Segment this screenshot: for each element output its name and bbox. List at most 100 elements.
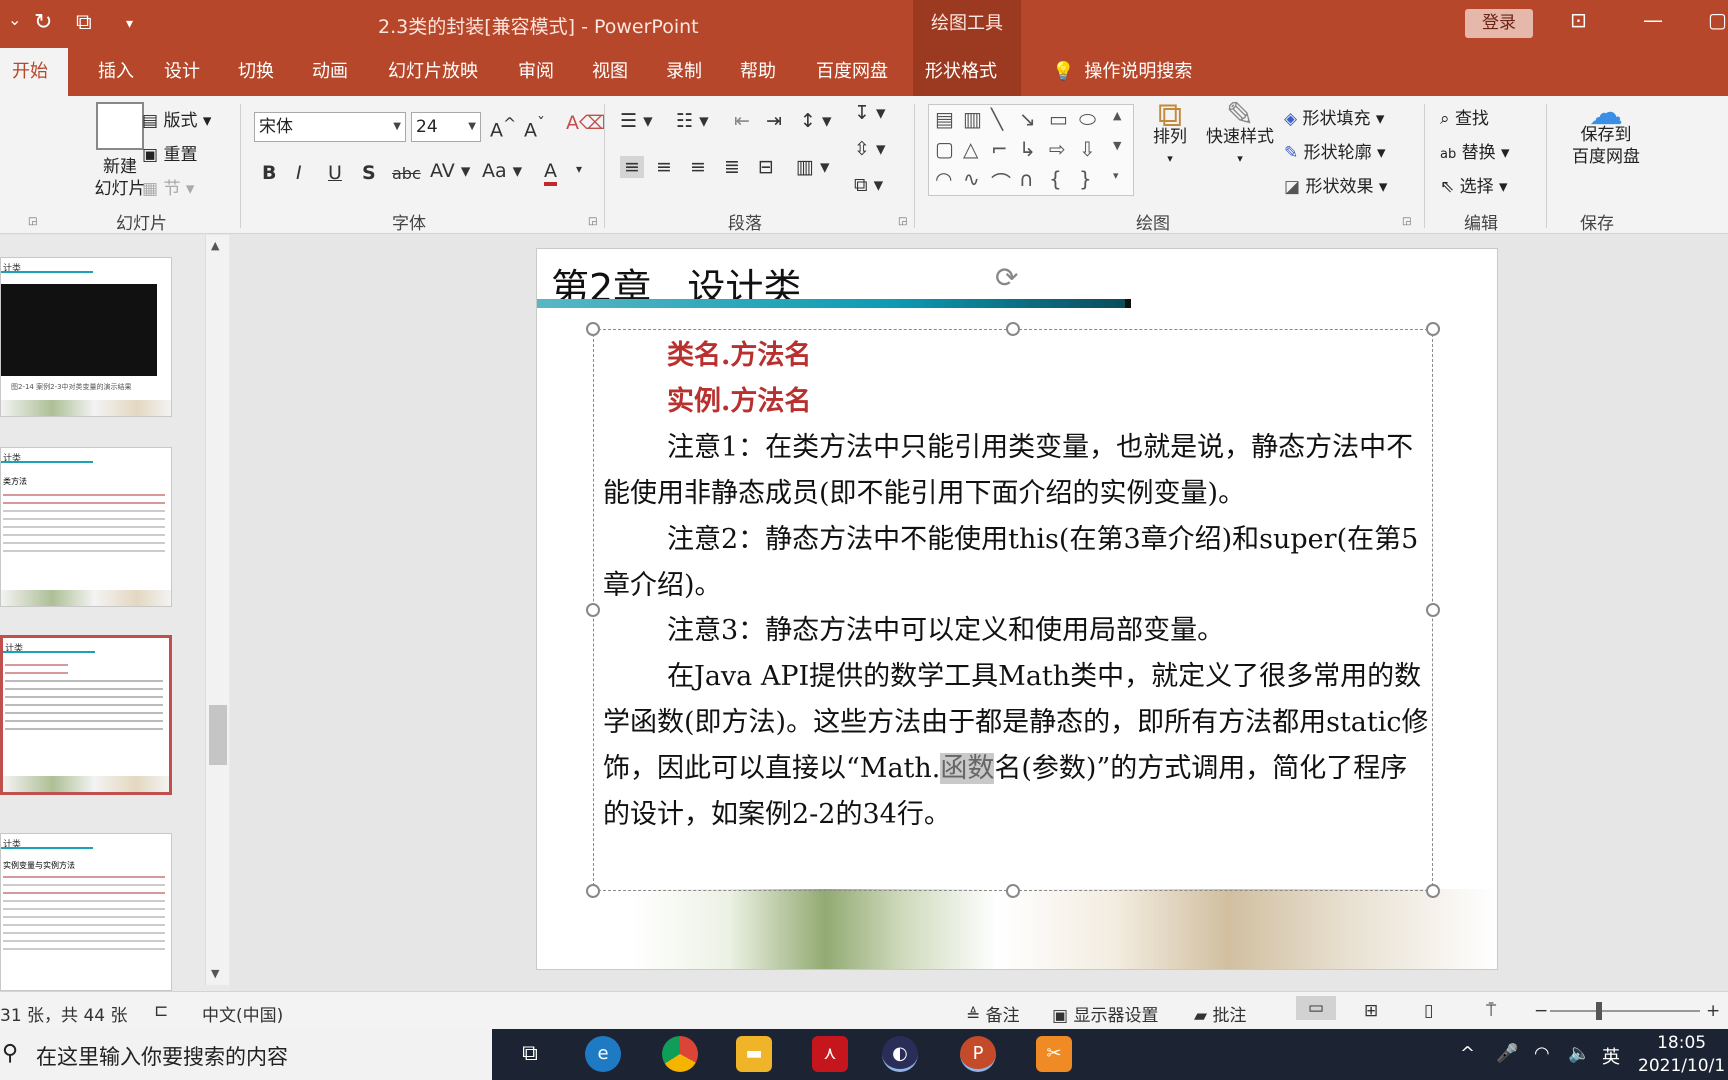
present-from-start-icon[interactable]: ⧉ bbox=[76, 10, 92, 35]
find-button[interactable]: ⌕ 查找 bbox=[1440, 104, 1489, 129]
shapes-gallery[interactable]: ▤ ▥ ╲ ↘ ▭ ⬭ ▢ △ ⌐ ↳ ⇨ ⇩ ◠ ∿ ⌒ ∩ { } ▲ ▼ … bbox=[928, 104, 1134, 196]
character-spacing-icon[interactable]: AV ▾ bbox=[430, 160, 470, 182]
chrome-browser-icon[interactable] bbox=[662, 1036, 698, 1072]
reset-button[interactable]: ▣ 重置 bbox=[142, 140, 197, 165]
display-settings-button[interactable]: ▣ 显示器设置 bbox=[1052, 1001, 1158, 1026]
scrollbar-thumb[interactable] bbox=[209, 705, 227, 765]
network-icon[interactable]: ◠ bbox=[1534, 1043, 1550, 1064]
tab-baidu-netdisk[interactable]: 百度网盘 bbox=[804, 48, 900, 96]
smartart-icon[interactable]: ⧉ ▾ bbox=[854, 174, 883, 196]
redo-icon[interactable]: ↻ bbox=[34, 10, 52, 35]
resize-handle[interactable] bbox=[586, 884, 600, 898]
tab-home[interactable]: 开始 bbox=[0, 48, 68, 96]
numbering-icon[interactable]: ☷ ▾ bbox=[676, 110, 709, 132]
scroll-down-icon[interactable]: ▼ bbox=[211, 967, 219, 980]
section-button[interactable]: ▦ 节 ▾ bbox=[142, 174, 194, 199]
triangle-shape-icon[interactable]: △ bbox=[963, 137, 978, 161]
justify-icon[interactable]: ≣ bbox=[724, 156, 740, 178]
slide-thumbnail[interactable]: 计类 图2-14 案例2-3中对类变量的演示结果 bbox=[0, 257, 172, 417]
thumbnail-scrollbar[interactable]: ▲ ▼ bbox=[205, 235, 229, 985]
language-indicator[interactable]: 中文(中国) bbox=[202, 1001, 283, 1026]
chevron-down-icon[interactable]: ▾ bbox=[576, 162, 582, 176]
dialog-launcher-icon[interactable]: ◲ bbox=[588, 216, 597, 227]
tell-me-search[interactable]: 💡 操作说明搜索 bbox=[1040, 48, 1204, 96]
text-direction-icon[interactable]: ↧ ▾ bbox=[854, 102, 886, 124]
system-clock[interactable]: 18:05 2021/10/1 bbox=[1638, 1032, 1725, 1078]
tab-help[interactable]: 帮助 bbox=[728, 48, 788, 96]
right-brace-shape-icon[interactable]: } bbox=[1079, 167, 1092, 191]
underline-icon[interactable]: U bbox=[328, 162, 342, 184]
dialog-launcher-icon[interactable]: ◲ bbox=[898, 216, 907, 227]
arc-shape-icon[interactable]: ⌒ bbox=[991, 167, 1011, 196]
line-shape-icon[interactable]: ╲ bbox=[991, 107, 1003, 131]
ribbon-display-icon[interactable]: ⊡ bbox=[1570, 8, 1587, 32]
snipping-tool-icon[interactable]: ✂ bbox=[1036, 1036, 1072, 1072]
curve-shape-icon[interactable]: ∩ bbox=[1019, 167, 1034, 191]
slideshow-view-icon[interactable]: ⍑ bbox=[1486, 1001, 1496, 1021]
tab-transitions[interactable]: 切换 bbox=[226, 48, 286, 96]
bold-icon[interactable]: B bbox=[262, 162, 276, 184]
shape-effects-button[interactable]: ◪ 形状效果 ▾ bbox=[1284, 172, 1387, 197]
rounded-rectangle-shape-icon[interactable]: ▢ bbox=[935, 137, 954, 161]
resize-handle[interactable] bbox=[586, 322, 600, 336]
tab-shape-format[interactable]: 形状格式 bbox=[913, 48, 1021, 96]
scribble-shape-icon[interactable]: ∿ bbox=[963, 167, 980, 191]
gallery-down-icon[interactable]: ▼ bbox=[1113, 139, 1121, 152]
dialog-launcher-icon[interactable]: ◲ bbox=[1402, 216, 1411, 227]
customize-qat-icon[interactable]: ▾ bbox=[126, 16, 133, 32]
shape-outline-button[interactable]: ✎ 形状轮廓 ▾ bbox=[1284, 138, 1386, 163]
down-arrow-shape-icon[interactable]: ⇩ bbox=[1079, 137, 1096, 161]
file-explorer-icon[interactable]: ▬ bbox=[736, 1036, 772, 1072]
login-button[interactable]: 登录 bbox=[1465, 9, 1533, 38]
select-button[interactable]: ⇖ 选择 ▾ bbox=[1440, 172, 1508, 197]
font-name-combo[interactable]: 宋体 ▼ bbox=[254, 112, 406, 142]
shrink-font-icon[interactable]: Aˇ bbox=[524, 114, 545, 141]
vertical-text-box-shape-icon[interactable]: ▥ bbox=[963, 107, 982, 131]
font-size-combo[interactable]: 24 ▼ bbox=[411, 112, 481, 142]
slide-thumbnail[interactable]: 计类 实例变量与实例方法 bbox=[0, 833, 172, 991]
tab-animations[interactable]: 动画 bbox=[300, 48, 360, 96]
edge-browser-icon[interactable]: e bbox=[585, 1036, 621, 1072]
scroll-up-icon[interactable]: ▲ bbox=[211, 239, 219, 252]
text-shadow-icon[interactable]: S bbox=[362, 162, 376, 184]
columns-icon[interactable]: ▥ ▾ bbox=[796, 156, 830, 178]
align-center-icon[interactable]: ≡ bbox=[656, 156, 672, 178]
microphone-icon[interactable]: 🎤 bbox=[1496, 1043, 1518, 1064]
line-spacing-icon[interactable]: ↕ ▾ bbox=[800, 110, 832, 132]
slide-thumbnail[interactable]: 计类 类方法 bbox=[0, 447, 172, 607]
slide-sorter-icon[interactable]: ⊞ bbox=[1364, 1001, 1378, 1021]
italic-icon[interactable]: I bbox=[296, 162, 302, 184]
slide-canvas[interactable]: 第2章 设计类 ⟳ 类名.方法名 实例.方法名 注意1：在类方法中只能引用类变量… bbox=[536, 248, 1498, 970]
resize-handle[interactable] bbox=[1006, 884, 1020, 898]
acrobat-icon[interactable]: ⋏ bbox=[812, 1036, 848, 1072]
reading-view-icon[interactable]: ▯ bbox=[1424, 1001, 1433, 1021]
freeform-shape-icon[interactable]: ◠ bbox=[935, 167, 952, 191]
increase-indent-icon[interactable]: ⇥ bbox=[766, 110, 782, 132]
normal-view-icon[interactable]: ▭ bbox=[1296, 996, 1337, 1020]
input-method-indicator[interactable]: 英 bbox=[1602, 1043, 1620, 1069]
slide-thumbnail-selected[interactable]: 计类 bbox=[0, 635, 172, 795]
powerpoint-icon[interactable]: P bbox=[960, 1036, 996, 1072]
tab-review[interactable]: 审阅 bbox=[506, 48, 566, 96]
right-arrow-shape-icon[interactable]: ⇨ bbox=[1049, 137, 1066, 161]
gallery-more-icon[interactable]: ▾ bbox=[1113, 169, 1119, 182]
zoom-slider-knob[interactable] bbox=[1596, 1002, 1602, 1020]
zoom-out-icon[interactable]: − bbox=[1534, 1001, 1548, 1021]
arrange-button[interactable]: ⧉ 排列 ▾ bbox=[1140, 98, 1200, 170]
notes-button[interactable]: ≜ 备注 bbox=[966, 1001, 1020, 1026]
decrease-indent-icon[interactable]: ⇤ bbox=[734, 110, 750, 132]
task-view-icon[interactable]: ⧉ bbox=[512, 1036, 548, 1072]
dialog-launcher-icon[interactable]: ◲ bbox=[28, 216, 37, 227]
strikethrough-icon[interactable]: abc bbox=[392, 164, 421, 183]
quick-styles-button[interactable]: ✎ 快速样式 ▾ bbox=[1200, 98, 1280, 170]
resize-handle[interactable] bbox=[1426, 884, 1440, 898]
zoom-in-icon[interactable]: + bbox=[1706, 1001, 1720, 1021]
resize-handle[interactable] bbox=[586, 603, 600, 617]
distributed-icon[interactable]: ⊟ bbox=[758, 156, 774, 178]
shape-fill-button[interactable]: ◈ 形状填充 ▾ bbox=[1284, 104, 1384, 129]
volume-icon[interactable]: 🔈 bbox=[1568, 1043, 1590, 1064]
chevron-down-icon[interactable]: ⌄ bbox=[8, 10, 21, 29]
slide-body-text[interactable]: 类名.方法名 实例.方法名 注意1：在类方法中只能引用类变量，也就是说，静态方法… bbox=[603, 333, 1433, 838]
minimize-icon[interactable]: — bbox=[1643, 8, 1663, 32]
align-right-icon[interactable]: ≡ bbox=[690, 156, 706, 178]
